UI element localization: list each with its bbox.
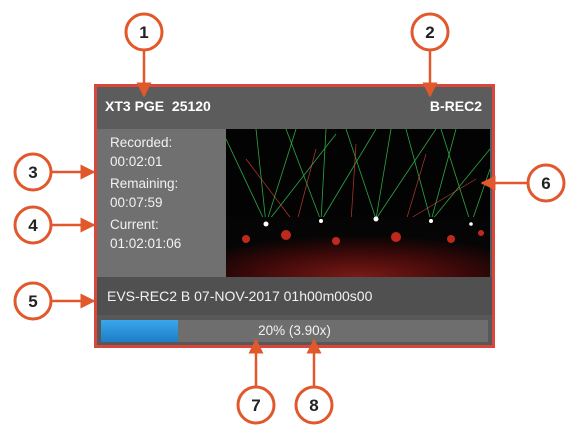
callout-1-number: 1 [139,23,148,42]
callout-3-number: 3 [28,163,37,182]
recorded-label: Recorded: [110,135,173,150]
recording-progress-bar: 20% (3.90x) [101,320,488,342]
remaining-value: 00:07:59 [110,195,163,210]
callout-1 [124,12,164,52]
callout-2-number: 2 [425,23,434,42]
clip-name-bar: EVS-REC2 B 07-NOV-2017 01h00m00s00 [97,277,492,315]
timecode-info: Recorded: 00:02:01 Remaining: 00:07:59 C… [97,129,226,277]
callout-8 [294,385,334,425]
recorder-channel-name: B-REC2 [429,98,482,114]
server-channel-name: XT3 PGE 25120 [105,98,211,114]
callout-5 [13,281,53,321]
channel-header: XT3 PGE 25120 B-REC2 [97,87,492,129]
callout-4-number: 4 [28,216,38,235]
recorded-value: 00:02:01 [110,154,163,169]
recorder-channel-panel[interactable]: XT3 PGE 25120 B-REC2 Recorded: 00:02:01 … [94,84,495,348]
progress-percentage-speed: 20% (3.90x) [258,323,331,338]
callout-8-number: 8 [309,396,318,415]
clip-name: EVS-REC2 B 07-NOV-2017 01h00m00s00 [107,288,373,304]
remaining-label: Remaining: [110,176,179,191]
callout-7-number: 7 [251,396,260,415]
callout-7 [236,385,276,425]
callout-4 [13,205,53,245]
callout-5-number: 5 [28,292,37,311]
current-label: Current: [110,217,159,232]
current-timecode: 01:02:01:06 [110,236,182,251]
callout-3 [13,152,53,192]
callout-2 [410,12,450,52]
laser-show-thumbnail [226,129,490,277]
callout-6 [526,163,566,203]
video-preview[interactable] [226,129,490,277]
callout-6-number: 6 [541,174,550,193]
